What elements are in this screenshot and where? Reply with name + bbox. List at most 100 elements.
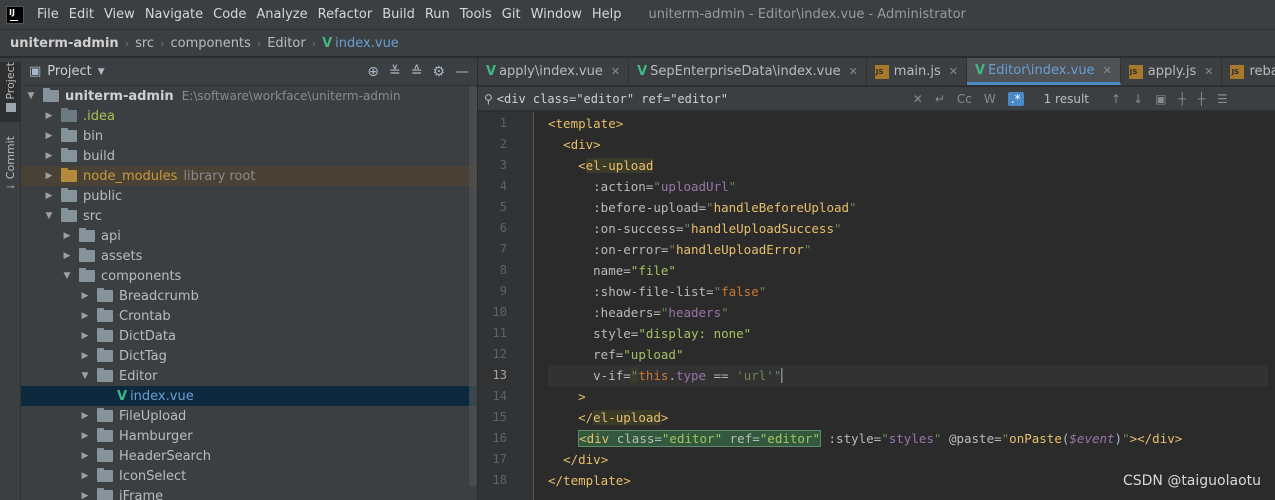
breadcrumb-components[interactable]: components [170, 36, 250, 51]
add-selection-icon[interactable]: ┼ [1178, 92, 1185, 106]
tab-rebate-js[interactable]: rebate.js ✕ [1222, 58, 1275, 85]
tree-item-label: DictData [119, 328, 176, 344]
tree-item-label: DictTag [119, 348, 167, 364]
tab-apply-js[interactable]: apply.js ✕ [1121, 58, 1223, 85]
tree-item-dicttag[interactable]: ▶ DictTag [21, 346, 477, 366]
menu-view[interactable]: View [99, 7, 140, 22]
chevron-right-icon[interactable]: ▶ [79, 491, 91, 500]
chevron-right-icon[interactable]: ▶ [43, 151, 55, 161]
collapse-all-icon[interactable]: ≙ [411, 64, 423, 80]
tree-item-node-modules[interactable]: ▶ node_modules library root [21, 166, 477, 186]
arrow-up-icon[interactable]: ↑ [1111, 92, 1121, 106]
code-editor[interactable]: 1 2 3 4 5 6 7 8 9 10 11 12 13 14 15 16 1… [478, 112, 1275, 500]
breadcrumb-file[interactable]: index.vue [335, 36, 399, 51]
regex-button[interactable]: .* [1007, 91, 1024, 106]
code-area[interactable]: <template> <div> <el-upload :action="upl… [548, 112, 1275, 500]
chevron-right-icon[interactable]: ▶ [79, 431, 91, 441]
menu-analyze[interactable]: Analyze [251, 7, 312, 22]
close-icon[interactable]: ✕ [611, 65, 620, 78]
chevron-right-icon[interactable]: ▶ [79, 291, 91, 301]
match-case-button[interactable]: Cc [957, 92, 972, 106]
tree-item-breadcrumb[interactable]: ▶ Breadcrumb [21, 286, 477, 306]
tree-item-crontab[interactable]: ▶ Crontab [21, 306, 477, 326]
menu-file[interactable]: File [32, 7, 64, 22]
tree-item-editor[interactable]: ▼ Editor [21, 366, 477, 386]
line-number-gutter: 1 2 3 4 5 6 7 8 9 10 11 12 13 14 15 16 1… [478, 112, 534, 500]
chevron-down-icon[interactable]: ▼ [98, 67, 105, 77]
tree-item-dictdata[interactable]: ▶ DictData [21, 326, 477, 346]
breadcrumb-editor[interactable]: Editor [267, 36, 305, 51]
tree-item-build[interactable]: ▶ build [21, 146, 477, 166]
arrow-down-icon[interactable]: ↓ [1133, 92, 1143, 106]
project-panel-title[interactable]: Project [47, 64, 91, 79]
tab-sepenterprisedata-index-vue[interactable]: V SepEnterpriseData\index.vue ✕ [629, 58, 867, 85]
chevron-right-icon[interactable]: ▶ [79, 311, 91, 321]
tree-item-iframe[interactable]: ▶ iFrame [21, 486, 477, 500]
tab-editor-index-vue[interactable]: V Editor\index.vue ✕ [967, 58, 1121, 85]
chevron-down-icon[interactable]: ▼ [43, 211, 55, 221]
commit-tool-button[interactable]: Commit ⊸ [0, 136, 21, 206]
project-tool-button[interactable]: Project [0, 62, 21, 122]
hide-icon[interactable]: — [455, 64, 469, 80]
chevron-down-icon[interactable]: ▼ [25, 91, 37, 101]
clear-icon[interactable]: ✕ [913, 92, 923, 106]
tree-item-iconselect[interactable]: ▶ IconSelect [21, 466, 477, 486]
close-icon[interactable]: ✕ [1103, 64, 1112, 77]
new-line-icon[interactable]: ↵ [935, 92, 945, 106]
tree-item-components[interactable]: ▼ components [21, 266, 477, 286]
expand-all-icon[interactable]: ≚ [389, 64, 401, 80]
breadcrumb-src[interactable]: src [135, 36, 154, 51]
menu-git[interactable]: Git [497, 7, 526, 22]
tree-item-root[interactable]: ▼ uniterm-admin E:\software\workface\uni… [21, 86, 477, 106]
filter-icon[interactable]: ☰ [1217, 92, 1228, 106]
menu-help[interactable]: Help [587, 7, 627, 22]
chevron-down-icon[interactable]: ▼ [61, 271, 73, 281]
chevron-right-icon[interactable]: ▶ [43, 191, 55, 201]
tree-item-index-vue[interactable]: V index.vue [21, 386, 477, 406]
chevron-right-icon[interactable]: ▶ [79, 451, 91, 461]
tree-item-idea[interactable]: ▶ .idea [21, 106, 477, 126]
tree-item-hamburger[interactable]: ▶ Hamburger [21, 426, 477, 446]
remove-selection-icon[interactable]: ┼ [1198, 92, 1205, 106]
tree-item-headersearch[interactable]: ▶ HeaderSearch [21, 446, 477, 466]
menu-navigate[interactable]: Navigate [140, 7, 208, 22]
menu-build[interactable]: Build [377, 7, 420, 22]
tab-apply-index-vue[interactable]: V apply\index.vue ✕ [478, 58, 630, 85]
breadcrumb-project[interactable]: uniterm-admin [10, 36, 119, 51]
chevron-right-icon[interactable]: ▶ [43, 131, 55, 141]
menu-edit[interactable]: Edit [64, 7, 99, 22]
close-icon[interactable]: ✕ [949, 65, 958, 78]
tree-item-assets[interactable]: ▶ assets [21, 246, 477, 266]
menu-refactor[interactable]: Refactor [313, 7, 378, 22]
tree-item-bin[interactable]: ▶ bin [21, 126, 477, 146]
project-tree-scrollbar[interactable] [469, 86, 477, 486]
chevron-right-icon[interactable]: ▶ [79, 471, 91, 481]
chevron-right-icon[interactable]: ▶ [61, 231, 73, 241]
menu-run[interactable]: Run [420, 7, 455, 22]
menu-tools[interactable]: Tools [455, 7, 497, 22]
tree-item-fileupload[interactable]: ▶ FileUpload [21, 406, 477, 426]
chevron-right-icon[interactable]: ▶ [79, 411, 91, 421]
whole-words-button[interactable]: W [984, 92, 996, 106]
tree-item-api[interactable]: ▶ api [21, 226, 477, 246]
chevron-right-icon[interactable]: ▶ [79, 331, 91, 341]
menu-code[interactable]: Code [208, 7, 251, 22]
search-icon[interactable]: ⚲ [484, 92, 493, 106]
search-input[interactable] [496, 91, 907, 106]
tree-item-public[interactable]: ▶ public [21, 186, 477, 206]
select-all-occurrences-icon[interactable]: ▣ [1155, 92, 1166, 106]
chevron-right-icon[interactable]: ▶ [43, 171, 55, 181]
chevron-down-icon[interactable]: ▼ [79, 371, 91, 381]
close-icon[interactable]: ✕ [1204, 65, 1213, 78]
tab-main-js[interactable]: main.js ✕ [867, 58, 968, 85]
locate-icon[interactable]: ⊕ [367, 64, 379, 80]
tree-item-src[interactable]: ▼ src [21, 206, 477, 226]
chevron-right-icon[interactable]: ▶ [79, 351, 91, 361]
close-icon[interactable]: ✕ [849, 65, 858, 78]
library-root-label: library root [183, 168, 256, 184]
gear-icon[interactable]: ⚙ [432, 64, 445, 80]
project-view-icon: ▣ [29, 64, 42, 79]
menu-window[interactable]: Window [526, 7, 587, 22]
chevron-right-icon[interactable]: ▶ [43, 111, 55, 121]
chevron-right-icon[interactable]: ▶ [61, 251, 73, 261]
